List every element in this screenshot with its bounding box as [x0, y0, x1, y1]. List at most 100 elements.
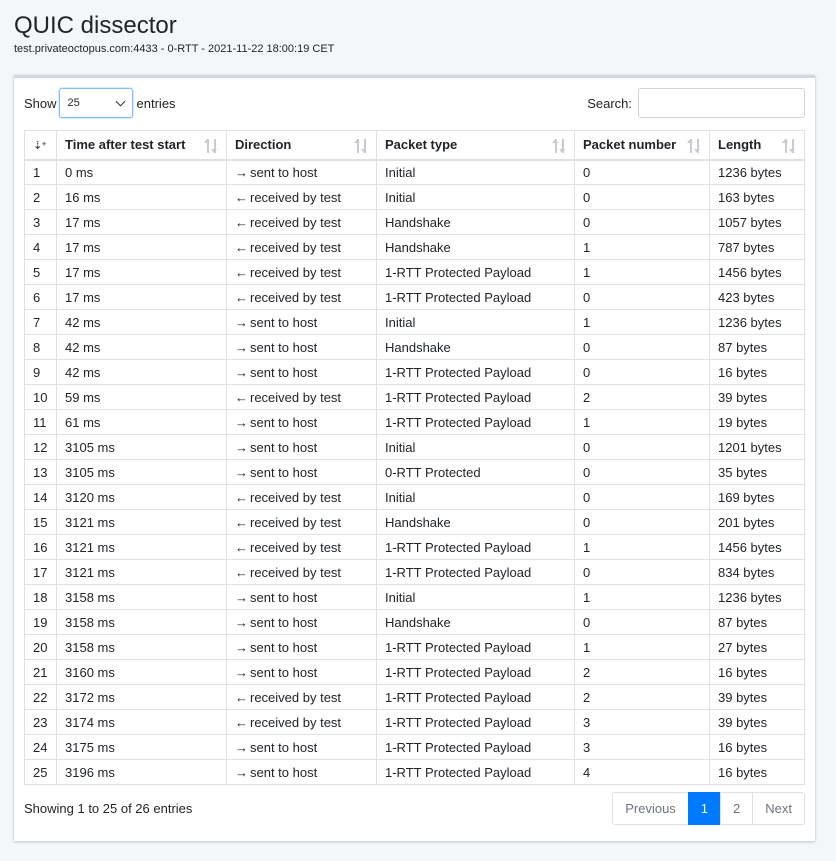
- cell-direction: ← received by test: [226, 559, 377, 585]
- next-button[interactable]: Next: [752, 792, 805, 825]
- cell-time: 61 ms: [56, 409, 227, 435]
- cell-packet-number: 0: [574, 209, 710, 235]
- page-length-select[interactable]: 25: [58, 88, 133, 118]
- cell-packet-number: 0: [574, 359, 710, 385]
- cell-length: 16 bytes: [709, 759, 805, 785]
- column-header-packet-type[interactable]: Packet type: [376, 130, 575, 161]
- cell-index: 19: [24, 609, 57, 635]
- cell-length: 39 bytes: [709, 709, 805, 735]
- cell-time: 17 ms: [56, 234, 227, 260]
- cell-index: 25: [24, 759, 57, 785]
- cell-index: 9: [24, 359, 57, 385]
- cell-packet-number: 1: [574, 234, 710, 260]
- cell-direction: → sent to host: [226, 159, 377, 185]
- cell-time: 3175 ms: [56, 734, 227, 760]
- table-row: 17 3121 ms ← received by test 1-RTT Protecte…: [24, 559, 805, 585]
- cell-packet-type: Initial: [376, 184, 575, 210]
- column-header-direction[interactable]: Direction: [226, 130, 377, 161]
- search-input[interactable]: [638, 88, 805, 118]
- cell-time: 16 ms: [56, 184, 227, 210]
- column-header-packet-number[interactable]: Packet number: [574, 130, 710, 161]
- cell-direction: ← received by test: [226, 184, 377, 210]
- cell-packet-number: 0: [574, 459, 710, 485]
- column-header-index[interactable]: ⇣⁺: [24, 130, 57, 161]
- cell-packet-type: 0-RTT Protected: [376, 459, 575, 485]
- cell-packet-number: 0: [574, 509, 710, 535]
- arrow-left-icon: ←: [235, 289, 248, 305]
- table-row: 22 3172 ms ← received by test 1-RTT Protecte…: [24, 684, 805, 710]
- cell-packet-number: 1: [574, 584, 710, 610]
- arrow-left-icon: ←: [235, 539, 248, 555]
- cell-direction: → sent to host: [226, 459, 377, 485]
- arrow-left-icon: ←: [235, 189, 248, 205]
- cell-packet-type: Initial: [376, 159, 575, 185]
- cell-index: 21: [24, 659, 57, 685]
- cell-index: 2: [24, 184, 57, 210]
- arrow-right-icon: →: [235, 614, 248, 630]
- cell-packet-type: Handshake: [376, 234, 575, 260]
- cell-index: 1: [24, 159, 57, 185]
- arrow-left-icon: ←: [235, 239, 248, 255]
- cell-packet-type: 1-RTT Protected Payload: [376, 384, 575, 410]
- page-button-1[interactable]: 1: [687, 792, 722, 825]
- table-row: 5 17 ms ← received by test 1-RTT Protected P…: [24, 259, 805, 285]
- cell-direction: → sent to host: [226, 309, 377, 335]
- cell-index: 6: [24, 284, 57, 310]
- search-label: Search:: [587, 95, 632, 111]
- cell-time: 42 ms: [56, 309, 227, 335]
- arrow-right-icon: →: [235, 414, 248, 430]
- cell-length: 423 bytes: [709, 284, 805, 310]
- cell-index: 15: [24, 509, 57, 535]
- cell-time: 3105 ms: [56, 459, 227, 485]
- cell-time: 17 ms: [56, 284, 227, 310]
- cell-packet-type: Initial: [376, 434, 575, 460]
- cell-direction: ← received by test: [226, 709, 377, 735]
- cell-packet-number: 4: [574, 759, 710, 785]
- table-row: 6 17 ms ← received by test 1-RTT Protected P…: [24, 284, 805, 310]
- cell-index: 13: [24, 459, 57, 485]
- pagination: Previous 1 2 Next: [612, 792, 805, 825]
- table-row: 14 3120 ms ← received by test Initial 0 169 by…: [24, 484, 805, 510]
- cell-time: 3158 ms: [56, 584, 227, 610]
- cell-time: 17 ms: [56, 259, 227, 285]
- page-length-control: Show 25 entries: [24, 88, 176, 118]
- cell-packet-type: 1-RTT Protected Payload: [376, 709, 575, 735]
- cell-index: 14: [24, 484, 57, 510]
- cell-packet-type: Handshake: [376, 509, 575, 535]
- cell-packet-type: Handshake: [376, 609, 575, 635]
- cell-packet-type: 1-RTT Protected Payload: [376, 659, 575, 685]
- cell-direction: ← received by test: [226, 509, 377, 535]
- cell-time: 0 ms: [56, 159, 227, 185]
- column-header-time[interactable]: Time after test start: [56, 130, 227, 161]
- table-row: 8 42 ms → sent to host Handshake 0 87 bytes: [24, 334, 805, 360]
- arrow-left-icon: ←: [235, 689, 248, 705]
- cell-packet-number: 0: [574, 184, 710, 210]
- cell-length: 87 bytes: [709, 609, 805, 635]
- table-info: Showing 1 to 25 of 26 entries: [24, 801, 193, 816]
- cell-index: 7: [24, 309, 57, 335]
- cell-packet-number: 2: [574, 384, 710, 410]
- cell-direction: → sent to host: [226, 609, 377, 635]
- cell-time: 3105 ms: [56, 434, 227, 460]
- sort-icon: [687, 139, 701, 153]
- cell-packet-number: 1: [574, 409, 710, 435]
- column-header-length[interactable]: Length: [709, 130, 805, 161]
- cell-time: 59 ms: [56, 384, 227, 410]
- arrow-right-icon: →: [235, 439, 248, 455]
- cell-length: 787 bytes: [709, 234, 805, 260]
- cell-packet-type: Handshake: [376, 209, 575, 235]
- cell-packet-type: Handshake: [376, 334, 575, 360]
- previous-button[interactable]: Previous: [612, 792, 689, 825]
- cell-length: 39 bytes: [709, 384, 805, 410]
- cell-packet-number: 1: [574, 309, 710, 335]
- page-button-2[interactable]: 2: [720, 792, 754, 825]
- arrow-right-icon: →: [235, 164, 248, 180]
- cell-packet-type: 1-RTT Protected Payload: [376, 759, 575, 785]
- arrow-right-icon: →: [235, 639, 248, 655]
- page-subtitle: test.privateoctopus.com:4433 - 0-RTT - 2…: [14, 43, 335, 55]
- packets-table: ⇣⁺ Time after test start Direction Packe…: [24, 130, 805, 785]
- cell-length: 35 bytes: [709, 459, 805, 485]
- page-title: QUIC dissector: [14, 12, 177, 39]
- cell-length: 1236 bytes: [709, 159, 805, 185]
- table-row: 10 ms → sent to host Initial 0 1236 bytes: [24, 159, 805, 185]
